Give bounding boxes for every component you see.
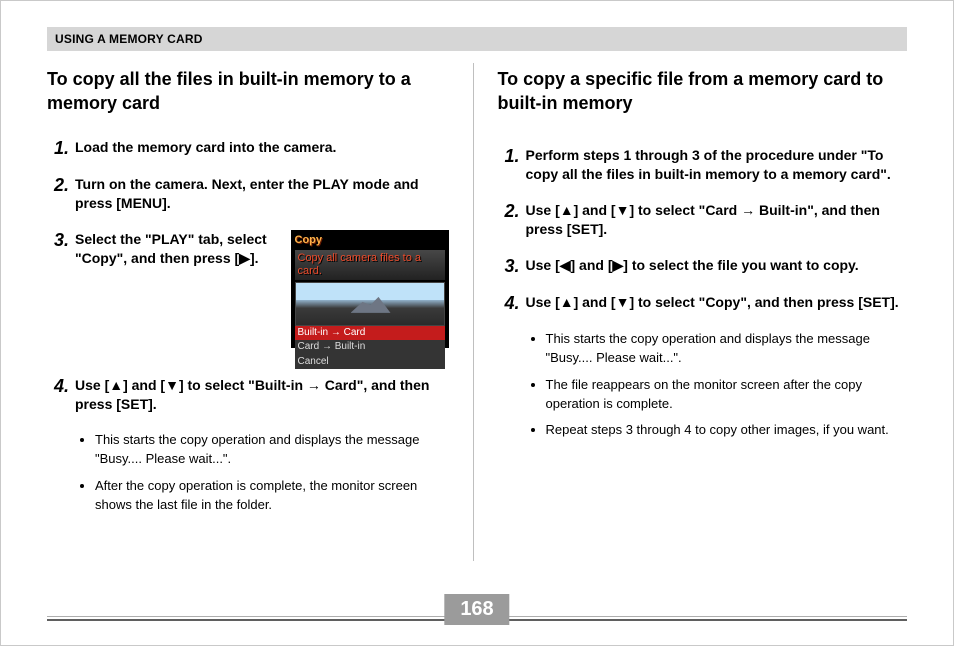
lcd-title: Copy xyxy=(295,234,445,248)
step-1: 1. Perform steps 1 through 3 of the proc… xyxy=(498,146,900,185)
step-text: Perform steps 1 through 3 of the procedu… xyxy=(526,146,900,185)
left-heading: To copy all the files in built-in memory… xyxy=(47,67,449,116)
step-text: Use [◀] and [▶] to select the file you w… xyxy=(526,256,900,276)
manual-page: USING A MEMORY CARD To copy all the file… xyxy=(0,0,954,646)
lcd-subtitle: Copy all camera files to a card. xyxy=(295,250,445,280)
right-heading: To copy a specific file from a memory ca… xyxy=(498,67,900,116)
step-4-notes: This starts the copy operation and displ… xyxy=(546,330,900,440)
step-number: 1. xyxy=(498,146,520,167)
page-footer: 168 xyxy=(47,616,907,621)
step-number: 3. xyxy=(498,256,520,277)
camera-lcd-illustration: Copy Copy all camera files to a card. Bu… xyxy=(291,230,449,348)
content-columns: To copy all the files in built-in memory… xyxy=(47,63,907,561)
step-number: 4. xyxy=(47,376,69,397)
step-4-notes: This starts the copy operation and displ… xyxy=(95,431,449,514)
step-3: 3. Use [◀] and [▶] to select the file yo… xyxy=(498,256,900,277)
step-number: 2. xyxy=(498,201,520,222)
step-text: Use [▲] and [▼] to select "Copy", and th… xyxy=(526,293,900,313)
step-text: Use [▲] and [▼] to select "Card → Built-… xyxy=(526,201,900,240)
section-title-bar: USING A MEMORY CARD xyxy=(47,27,907,51)
step-text: Turn on the camera. Next, enter the PLAY… xyxy=(75,175,449,214)
step-3-with-lcd: 3. Select the "PLAY" tab, select "Copy",… xyxy=(47,230,449,348)
lcd-menu-selected: Built-in → Card xyxy=(295,326,445,341)
left-column: To copy all the files in built-in memory… xyxy=(47,63,473,561)
lcd-menu-item: Card → Built-in xyxy=(295,340,445,355)
step-text: Use [▲] and [▼] to select "Built-in → Ca… xyxy=(75,376,449,415)
lcd-menu-item: Cancel xyxy=(295,355,445,370)
step-number: 1. xyxy=(47,138,69,159)
right-column: To copy a specific file from a memory ca… xyxy=(473,63,908,561)
step-text: Load the memory card into the camera. xyxy=(75,138,449,158)
step-2: 2. Use [▲] and [▼] to select "Card → Bui… xyxy=(498,201,900,240)
note-item: The file reappears on the monitor screen… xyxy=(546,376,900,414)
note-item: This starts the copy operation and displ… xyxy=(546,330,900,368)
note-item: After the copy operation is complete, th… xyxy=(95,477,449,515)
step-number: 3. xyxy=(47,230,69,251)
step-4: 4. Use [▲] and [▼] to select "Built-in →… xyxy=(47,376,449,415)
step-4: 4. Use [▲] and [▼] to select "Copy", and… xyxy=(498,293,900,314)
lcd-landscape-image xyxy=(295,282,445,326)
note-item: This starts the copy operation and displ… xyxy=(95,431,449,469)
step-number: 4. xyxy=(498,293,520,314)
lcd-menu: Built-in → Card Card → Built-in Cancel xyxy=(295,326,445,370)
step-3: 3. Select the "PLAY" tab, select "Copy",… xyxy=(47,230,279,269)
step-2: 2. Turn on the camera. Next, enter the P… xyxy=(47,175,449,214)
page-number: 168 xyxy=(444,594,509,625)
step-1: 1. Load the memory card into the camera. xyxy=(47,138,449,159)
note-item: Repeat steps 3 through 4 to copy other i… xyxy=(546,421,900,440)
step-text: Select the "PLAY" tab, select "Copy", an… xyxy=(75,230,279,269)
step-number: 2. xyxy=(47,175,69,196)
